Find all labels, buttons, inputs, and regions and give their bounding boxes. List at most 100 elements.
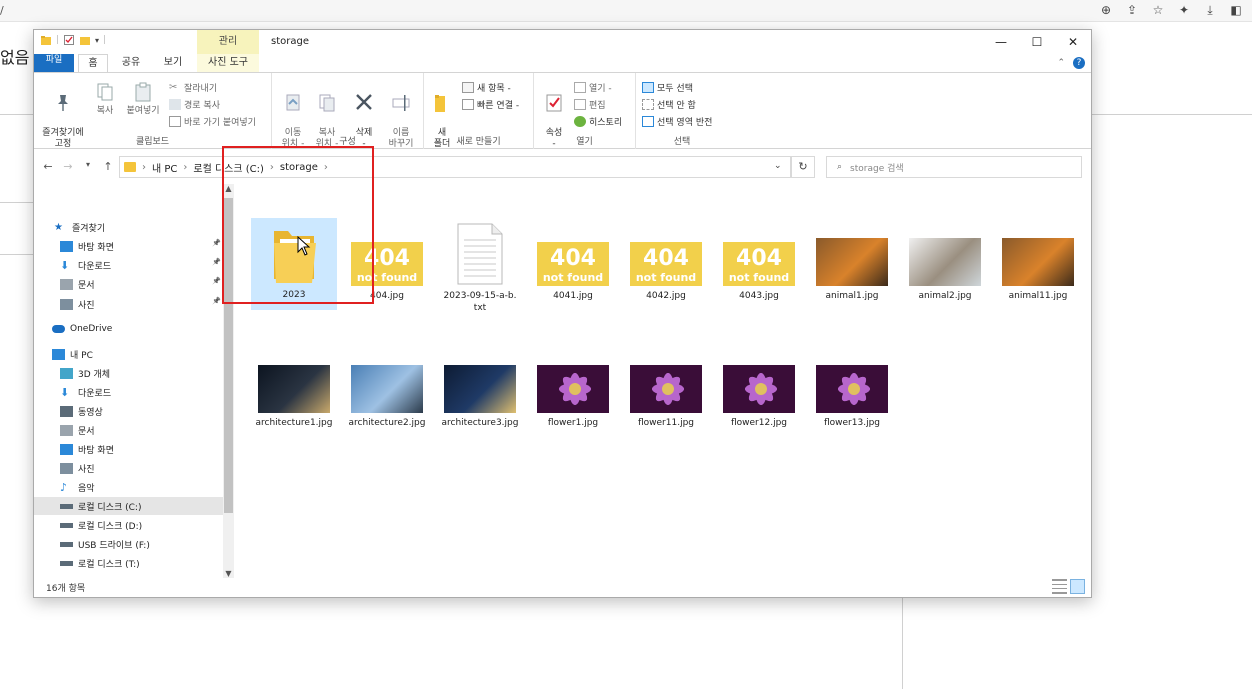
- file-name: architecture3.jpg: [441, 418, 519, 428]
- nav-item[interactable]: 동영상: [34, 402, 223, 420]
- nav-item-label: 바탕 화면: [78, 445, 114, 456]
- nav-item[interactable]: OneDrive: [34, 320, 223, 338]
- file-item[interactable]: animal2.jpg: [902, 220, 988, 302]
- new-folder-qat-icon[interactable]: [79, 34, 91, 46]
- file-item[interactable]: 404 not found 4043.jpg: [716, 220, 802, 302]
- nav-item[interactable]: ⬇ 다운로드: [34, 383, 223, 401]
- scroll-up-icon[interactable]: ▲: [223, 184, 234, 193]
- copy-button[interactable]: 복사: [92, 81, 118, 117]
- details-view-icon[interactable]: [1052, 579, 1067, 594]
- nav-item[interactable]: ★ 즐겨찾기: [34, 218, 223, 236]
- sidepanel-icon[interactable]: ◧: [1228, 2, 1244, 18]
- title-bar: | ▾ | 관리 storage — ☐ ✕: [34, 30, 1091, 54]
- extensions-icon[interactable]: ✦: [1176, 2, 1192, 18]
- properties-check-icon[interactable]: [63, 34, 75, 46]
- thumb-not-found-text: not found: [542, 271, 604, 284]
- download-icon[interactable]: ⤓: [1202, 2, 1218, 18]
- file-item[interactable]: 2023-09-15-a-b. txt: [437, 220, 523, 314]
- nav-item[interactable]: ♪ 음악: [34, 478, 223, 496]
- nav-item[interactable]: 사진: [34, 459, 223, 477]
- file-item[interactable]: 404 not found 4041.jpg: [530, 220, 616, 302]
- file-item[interactable]: flower12.jpg: [716, 347, 802, 429]
- back-arrow-icon[interactable]: ←: [42, 160, 54, 173]
- breadcrumb-this-pc[interactable]: 내 PC: [152, 160, 177, 175]
- file-item[interactable]: architecture3.jpg: [437, 347, 523, 429]
- nav-item[interactable]: 3D 개체: [34, 364, 223, 382]
- delete-x-icon: [356, 94, 372, 110]
- file-item[interactable]: 404 not found 404.jpg: [344, 220, 430, 302]
- tab-file[interactable]: 파일: [34, 54, 74, 72]
- file-item[interactable]: flower1.jpg: [530, 347, 616, 429]
- invert-selection-icon: [642, 116, 654, 127]
- maximize-button[interactable]: ☐: [1019, 30, 1055, 54]
- zoom-icon[interactable]: ⊕: [1098, 2, 1114, 18]
- address-bar[interactable]: › 내 PC › 로컬 디스크 (C:) › storage ›: [119, 156, 791, 178]
- file-item[interactable]: flower13.jpg: [809, 347, 895, 429]
- up-arrow-icon[interactable]: ↑: [102, 160, 114, 173]
- edit-button[interactable]: 편집: [574, 98, 606, 111]
- file-item[interactable]: animal1.jpg: [809, 220, 895, 302]
- refresh-button[interactable]: ↻: [791, 156, 815, 178]
- nav-item-label: OneDrive: [70, 324, 113, 334]
- image-thumbnail: [1002, 238, 1074, 286]
- nav-item[interactable]: 로컬 디스크 (T:): [34, 554, 223, 572]
- copy-label: 복사: [96, 106, 114, 116]
- history-button[interactable]: 히스토리: [574, 115, 622, 128]
- share-icon[interactable]: ⇪: [1124, 2, 1140, 18]
- search-input[interactable]: ⌕ storage 검색: [826, 156, 1082, 178]
- help-icon[interactable]: ?: [1073, 57, 1085, 69]
- nav-item[interactable]: 바탕 화면: [34, 237, 223, 255]
- file-item[interactable]: 404 not found 4042.jpg: [623, 220, 709, 302]
- file-item[interactable]: flower11.jpg: [623, 347, 709, 429]
- nav-item-label: 동영상: [78, 407, 103, 418]
- nav-item-label: 로컬 디스크 (C:): [78, 502, 142, 513]
- scrollbar-thumb[interactable]: [224, 198, 233, 513]
- qat-dropdown-icon[interactable]: ▾: [95, 36, 99, 45]
- recent-locations-icon[interactable]: ▾: [82, 160, 94, 173]
- breadcrumb-storage[interactable]: storage: [280, 162, 318, 173]
- search-placeholder: storage 검색: [850, 163, 904, 174]
- close-button[interactable]: ✕: [1055, 30, 1091, 54]
- nav-scrollbar[interactable]: ▲ ▼: [223, 184, 234, 578]
- copy-path-button[interactable]: 경로 복사: [169, 98, 220, 111]
- file-item[interactable]: animal11.jpg: [995, 220, 1081, 302]
- tab-home[interactable]: 홈: [78, 54, 108, 72]
- nav-item-label: 사진: [78, 300, 95, 311]
- nav-item[interactable]: 사진: [34, 295, 223, 313]
- chevron-down-icon[interactable]: ⌄: [774, 161, 782, 171]
- invert-selection-button[interactable]: 선택 영역 반전: [642, 115, 712, 128]
- forward-arrow-icon[interactable]: →: [62, 160, 74, 173]
- mouse-cursor-icon: [297, 236, 311, 256]
- minimize-button[interactable]: —: [983, 30, 1019, 54]
- paste-button[interactable]: 붙여넣기: [122, 81, 164, 117]
- file-item[interactable]: architecture1.jpg: [251, 347, 337, 429]
- large-icons-view-icon[interactable]: [1070, 579, 1085, 594]
- select-none-button[interactable]: 선택 안 함: [642, 98, 696, 111]
- collapse-ribbon-icon[interactable]: ⌃: [1057, 58, 1065, 68]
- easy-access-button[interactable]: 빠른 연결 -: [462, 98, 519, 111]
- new-item-button[interactable]: 새 항목 -: [462, 81, 511, 94]
- file-item[interactable]: architecture2.jpg: [344, 347, 430, 429]
- nav-item[interactable]: 로컬 디스크 (D:): [34, 516, 223, 534]
- nav-item[interactable]: USB 드라이브 (F:): [34, 535, 223, 553]
- select-all-button[interactable]: 모두 선택: [642, 81, 693, 94]
- tab-share[interactable]: 공유: [114, 54, 148, 72]
- open-button[interactable]: 열기 -: [574, 81, 612, 94]
- cut-button[interactable]: ✂ 잘라내기: [169, 81, 217, 94]
- folder-item[interactable]: 2023: [251, 218, 337, 310]
- browser-icons: ⊕ ⇪ ☆ ✦ ⤓ ◧: [1098, 2, 1244, 18]
- image-thumbnail: 404 not found: [351, 242, 423, 286]
- file-name: 4042.jpg: [646, 291, 686, 301]
- tab-picture-tools[interactable]: 사진 도구: [197, 54, 259, 72]
- nav-item[interactable]: 문서: [34, 421, 223, 439]
- nav-item[interactable]: 내 PC: [34, 345, 223, 363]
- breadcrumb-local-disk-c[interactable]: 로컬 디스크 (C:): [193, 160, 264, 175]
- tab-view[interactable]: 보기: [156, 54, 190, 72]
- nav-item[interactable]: ⬇ 다운로드: [34, 256, 223, 274]
- nav-item[interactable]: 바탕 화면: [34, 440, 223, 458]
- star-icon[interactable]: ☆: [1150, 2, 1166, 18]
- nav-item-label: 내 PC: [70, 350, 93, 361]
- nav-item[interactable]: 로컬 디스크 (C:): [34, 497, 223, 515]
- nav-item[interactable]: 문서: [34, 275, 223, 293]
- paste-shortcut-button[interactable]: 바로 가기 붙여넣기: [169, 115, 256, 128]
